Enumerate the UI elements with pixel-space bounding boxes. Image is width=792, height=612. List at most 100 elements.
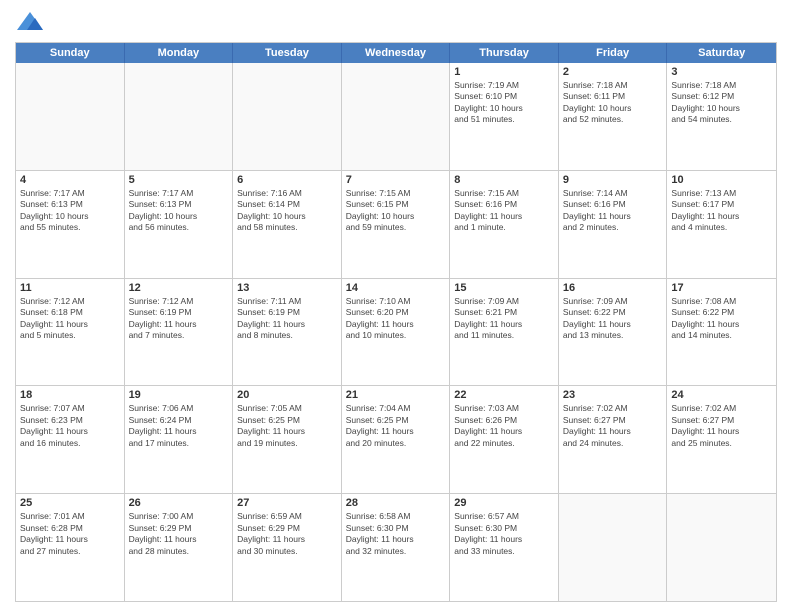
day-cell-29: 29 Sunrise: 6:57 AM Sunset: 6:30 PM Dayli… <box>450 494 559 601</box>
day-cell-10: 10 Sunrise: 7:13 AM Sunset: 6:17 PM Dayli… <box>667 171 776 278</box>
day-cell-6: 6 Sunrise: 7:16 AM Sunset: 6:14 PM Daylig… <box>233 171 342 278</box>
day-info: Sunrise: 7:09 AM Sunset: 6:22 PM Dayligh… <box>563 296 663 342</box>
weekday-header-wednesday: Wednesday <box>342 43 451 63</box>
day-number: 25 <box>20 497 120 509</box>
day-number: 3 <box>671 66 772 78</box>
empty-cell-4-6 <box>667 494 776 601</box>
empty-cell-0-3 <box>342 63 451 170</box>
day-number: 24 <box>671 389 772 401</box>
day-number: 2 <box>563 66 663 78</box>
day-info: Sunrise: 7:14 AM Sunset: 6:16 PM Dayligh… <box>563 188 663 234</box>
day-info: Sunrise: 7:03 AM Sunset: 6:26 PM Dayligh… <box>454 403 554 449</box>
day-info: Sunrise: 6:59 AM Sunset: 6:29 PM Dayligh… <box>237 511 337 557</box>
day-cell-26: 26 Sunrise: 7:00 AM Sunset: 6:29 PM Dayli… <box>125 494 234 601</box>
day-cell-4: 4 Sunrise: 7:17 AM Sunset: 6:13 PM Daylig… <box>16 171 125 278</box>
day-cell-21: 21 Sunrise: 7:04 AM Sunset: 6:25 PM Dayli… <box>342 386 451 493</box>
day-info: Sunrise: 6:57 AM Sunset: 6:30 PM Dayligh… <box>454 511 554 557</box>
day-number: 1 <box>454 66 554 78</box>
calendar: SundayMondayTuesdayWednesdayThursdayFrid… <box>15 42 777 602</box>
weekday-header-saturday: Saturday <box>667 43 776 63</box>
day-number: 5 <box>129 174 229 186</box>
day-info: Sunrise: 7:19 AM Sunset: 6:10 PM Dayligh… <box>454 80 554 126</box>
day-number: 29 <box>454 497 554 509</box>
day-number: 27 <box>237 497 337 509</box>
day-number: 10 <box>671 174 772 186</box>
day-cell-9: 9 Sunrise: 7:14 AM Sunset: 6:16 PM Daylig… <box>559 171 668 278</box>
day-cell-3: 3 Sunrise: 7:18 AM Sunset: 6:12 PM Daylig… <box>667 63 776 170</box>
day-number: 26 <box>129 497 229 509</box>
day-info: Sunrise: 7:17 AM Sunset: 6:13 PM Dayligh… <box>129 188 229 234</box>
day-info: Sunrise: 7:17 AM Sunset: 6:13 PM Dayligh… <box>20 188 120 234</box>
day-cell-27: 27 Sunrise: 6:59 AM Sunset: 6:29 PM Dayli… <box>233 494 342 601</box>
day-info: Sunrise: 7:18 AM Sunset: 6:12 PM Dayligh… <box>671 80 772 126</box>
day-number: 6 <box>237 174 337 186</box>
weekday-header-sunday: Sunday <box>16 43 125 63</box>
day-info: Sunrise: 7:04 AM Sunset: 6:25 PM Dayligh… <box>346 403 446 449</box>
day-number: 13 <box>237 282 337 294</box>
logo <box>15 10 49 34</box>
day-info: Sunrise: 7:15 AM Sunset: 6:15 PM Dayligh… <box>346 188 446 234</box>
calendar-header: SundayMondayTuesdayWednesdayThursdayFrid… <box>16 43 776 63</box>
day-number: 17 <box>671 282 772 294</box>
day-number: 9 <box>563 174 663 186</box>
day-cell-17: 17 Sunrise: 7:08 AM Sunset: 6:22 PM Dayli… <box>667 279 776 386</box>
day-cell-12: 12 Sunrise: 7:12 AM Sunset: 6:19 PM Dayli… <box>125 279 234 386</box>
day-info: Sunrise: 7:16 AM Sunset: 6:14 PM Dayligh… <box>237 188 337 234</box>
day-cell-11: 11 Sunrise: 7:12 AM Sunset: 6:18 PM Dayli… <box>16 279 125 386</box>
header <box>15 10 777 34</box>
day-number: 7 <box>346 174 446 186</box>
day-info: Sunrise: 7:02 AM Sunset: 6:27 PM Dayligh… <box>671 403 772 449</box>
day-info: Sunrise: 7:11 AM Sunset: 6:19 PM Dayligh… <box>237 296 337 342</box>
weekday-header-monday: Monday <box>125 43 234 63</box>
day-info: Sunrise: 7:08 AM Sunset: 6:22 PM Dayligh… <box>671 296 772 342</box>
day-number: 12 <box>129 282 229 294</box>
day-info: Sunrise: 7:15 AM Sunset: 6:16 PM Dayligh… <box>454 188 554 234</box>
day-info: Sunrise: 7:05 AM Sunset: 6:25 PM Dayligh… <box>237 403 337 449</box>
day-cell-13: 13 Sunrise: 7:11 AM Sunset: 6:19 PM Dayli… <box>233 279 342 386</box>
day-number: 14 <box>346 282 446 294</box>
day-info: Sunrise: 7:13 AM Sunset: 6:17 PM Dayligh… <box>671 188 772 234</box>
day-cell-8: 8 Sunrise: 7:15 AM Sunset: 6:16 PM Daylig… <box>450 171 559 278</box>
day-info: Sunrise: 7:06 AM Sunset: 6:24 PM Dayligh… <box>129 403 229 449</box>
day-info: Sunrise: 7:01 AM Sunset: 6:28 PM Dayligh… <box>20 511 120 557</box>
day-number: 8 <box>454 174 554 186</box>
day-number: 11 <box>20 282 120 294</box>
day-cell-14: 14 Sunrise: 7:10 AM Sunset: 6:20 PM Dayli… <box>342 279 451 386</box>
empty-cell-0-2 <box>233 63 342 170</box>
calendar-row-1: 4 Sunrise: 7:17 AM Sunset: 6:13 PM Daylig… <box>16 170 776 278</box>
day-info: Sunrise: 7:09 AM Sunset: 6:21 PM Dayligh… <box>454 296 554 342</box>
calendar-body: 1 Sunrise: 7:19 AM Sunset: 6:10 PM Daylig… <box>16 63 776 601</box>
day-info: Sunrise: 7:02 AM Sunset: 6:27 PM Dayligh… <box>563 403 663 449</box>
day-cell-20: 20Sunrise: 7:05 AM Sunset: 6:25 PM Dayli… <box>233 386 342 493</box>
weekday-header-tuesday: Tuesday <box>233 43 342 63</box>
day-cell-28: 28 Sunrise: 6:58 AM Sunset: 6:30 PM Dayli… <box>342 494 451 601</box>
day-info: Sunrise: 7:00 AM Sunset: 6:29 PM Dayligh… <box>129 511 229 557</box>
day-number: 15 <box>454 282 554 294</box>
day-info: Sunrise: 7:12 AM Sunset: 6:18 PM Dayligh… <box>20 296 120 342</box>
calendar-row-0: 1 Sunrise: 7:19 AM Sunset: 6:10 PM Daylig… <box>16 63 776 170</box>
day-info: Sunrise: 7:10 AM Sunset: 6:20 PM Dayligh… <box>346 296 446 342</box>
empty-cell-0-0 <box>16 63 125 170</box>
logo-icon <box>15 10 45 34</box>
day-number: 18 <box>20 389 120 401</box>
day-cell-7: 7 Sunrise: 7:15 AM Sunset: 6:15 PM Daylig… <box>342 171 451 278</box>
day-info: Sunrise: 6:58 AM Sunset: 6:30 PM Dayligh… <box>346 511 446 557</box>
calendar-row-4: 25 Sunrise: 7:01 AM Sunset: 6:28 PM Dayli… <box>16 493 776 601</box>
day-cell-16: 16 Sunrise: 7:09 AM Sunset: 6:22 PM Dayli… <box>559 279 668 386</box>
day-cell-5: 5 Sunrise: 7:17 AM Sunset: 6:13 PM Daylig… <box>125 171 234 278</box>
day-cell-22: 22Sunrise: 7:03 AM Sunset: 6:26 PM Dayli… <box>450 386 559 493</box>
empty-cell-4-5 <box>559 494 668 601</box>
day-number: 28 <box>346 497 446 509</box>
day-cell-19: 19Sunrise: 7:06 AM Sunset: 6:24 PM Dayli… <box>125 386 234 493</box>
day-number: 4 <box>20 174 120 186</box>
day-number: 21 <box>346 389 446 401</box>
day-info: Sunrise: 7:12 AM Sunset: 6:19 PM Dayligh… <box>129 296 229 342</box>
day-info: Sunrise: 7:18 AM Sunset: 6:11 PM Dayligh… <box>563 80 663 126</box>
day-cell-1: 1 Sunrise: 7:19 AM Sunset: 6:10 PM Daylig… <box>450 63 559 170</box>
page: SundayMondayTuesdayWednesdayThursdayFrid… <box>0 0 792 612</box>
day-cell-24: 24 Sunrise: 7:02 AM Sunset: 6:27 PM Dayli… <box>667 386 776 493</box>
day-cell-25: 25 Sunrise: 7:01 AM Sunset: 6:28 PM Dayli… <box>16 494 125 601</box>
day-cell-18: 18Sunrise: 7:07 AM Sunset: 6:23 PM Dayli… <box>16 386 125 493</box>
day-number: 16 <box>563 282 663 294</box>
day-cell-15: 15 Sunrise: 7:09 AM Sunset: 6:21 PM Dayli… <box>450 279 559 386</box>
